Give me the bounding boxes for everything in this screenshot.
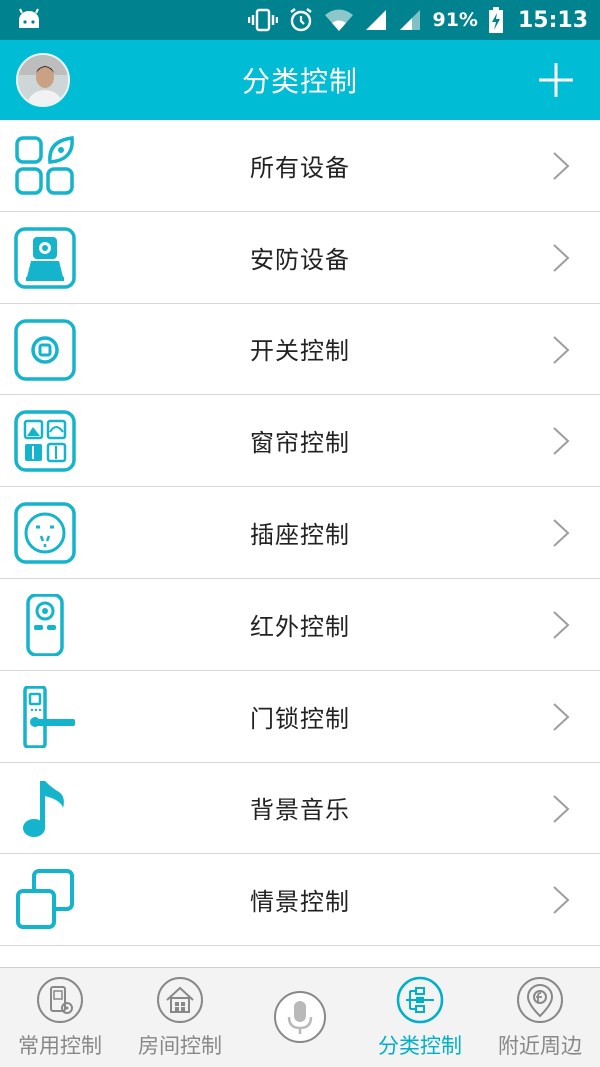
- nav-voice[interactable]: [240, 968, 360, 1067]
- list-item-socket[interactable]: 插座控制: [0, 487, 600, 579]
- list-item-label: 窗帘控制: [250, 429, 350, 458]
- wifi-icon: [325, 9, 354, 31]
- nav-label: 房间控制: [138, 1034, 222, 1058]
- list-item-label: 所有设备: [250, 153, 350, 182]
- plus-icon[interactable]: [536, 60, 576, 100]
- avatar[interactable]: [16, 53, 70, 107]
- status-bar: 91% 15:13: [0, 0, 600, 40]
- battery-charging-icon: [488, 7, 503, 33]
- nav-label: 常用控制: [18, 1034, 102, 1058]
- list-item-label: 背景音乐: [250, 796, 350, 825]
- list-item-label: 红外控制: [250, 612, 350, 641]
- list-item-label: 开关控制: [250, 337, 350, 366]
- chevron-right-icon: [553, 427, 570, 456]
- list-item-door-lock[interactable]: 门锁控制: [0, 671, 600, 763]
- list-item-scene[interactable]: 情景控制: [0, 854, 600, 947]
- app-header: 分类控制: [0, 40, 600, 120]
- signal-icon: [366, 10, 387, 30]
- user-avatar: [18, 55, 68, 105]
- chevron-right-icon: [553, 794, 570, 823]
- list-item-switch[interactable]: 开关控制: [0, 304, 600, 396]
- signal-icon: [400, 10, 421, 30]
- list-item-label: 插座控制: [250, 521, 350, 550]
- nav-category-control[interactable]: 分类控制: [360, 968, 480, 1067]
- list-item-label: 安防设备: [250, 245, 350, 274]
- list-item-infrared[interactable]: 红外控制: [0, 579, 600, 671]
- nav-common-control[interactable]: 常用控制: [0, 968, 120, 1067]
- chevron-right-icon: [553, 611, 570, 639]
- chevron-right-icon: [553, 519, 570, 547]
- chevron-right-icon: [553, 335, 570, 364]
- android-icon: [19, 8, 39, 28]
- battery-percent: 91%: [432, 9, 478, 31]
- vibrate-icon: [248, 8, 279, 32]
- clock: 15:13: [517, 7, 588, 33]
- list-item-security[interactable]: 安防设备: [0, 212, 600, 304]
- nav-label: 附近周边: [498, 1034, 582, 1058]
- page-title: 分类控制: [241, 65, 358, 98]
- chevron-right-icon: [553, 886, 570, 915]
- list-item-label: 情景控制: [250, 888, 350, 917]
- nav-label: 分类控制: [378, 1034, 462, 1058]
- bottom-nav: 常用控制 房间控制 分类控制 附近周边: [0, 967, 600, 1067]
- chevron-right-icon: [553, 152, 570, 180]
- nearby-icon: [517, 977, 563, 1023]
- microphone-icon: [274, 991, 326, 1043]
- list-item-music[interactable]: 背景音乐: [0, 763, 600, 855]
- room-control-icon: [157, 977, 203, 1023]
- list-item-curtain[interactable]: 窗帘控制: [0, 395, 600, 488]
- chevron-right-icon: [553, 244, 570, 272]
- list-item-all-devices[interactable]: 所有设备: [0, 120, 600, 212]
- chevron-right-icon: [553, 703, 570, 731]
- nav-room-control[interactable]: 房间控制: [120, 968, 240, 1067]
- alarm-icon: [290, 8, 313, 32]
- common-control-icon: [37, 977, 83, 1023]
- nav-nearby[interactable]: 附近周边: [480, 968, 600, 1067]
- category-list: 所有设备 安防设备 开关控制 窗帘控制 插座控制 红外控制 门锁控制 背景音乐 …: [0, 120, 600, 947]
- category-control-icon: [396, 976, 444, 1024]
- list-item-label: 门锁控制: [250, 704, 350, 733]
